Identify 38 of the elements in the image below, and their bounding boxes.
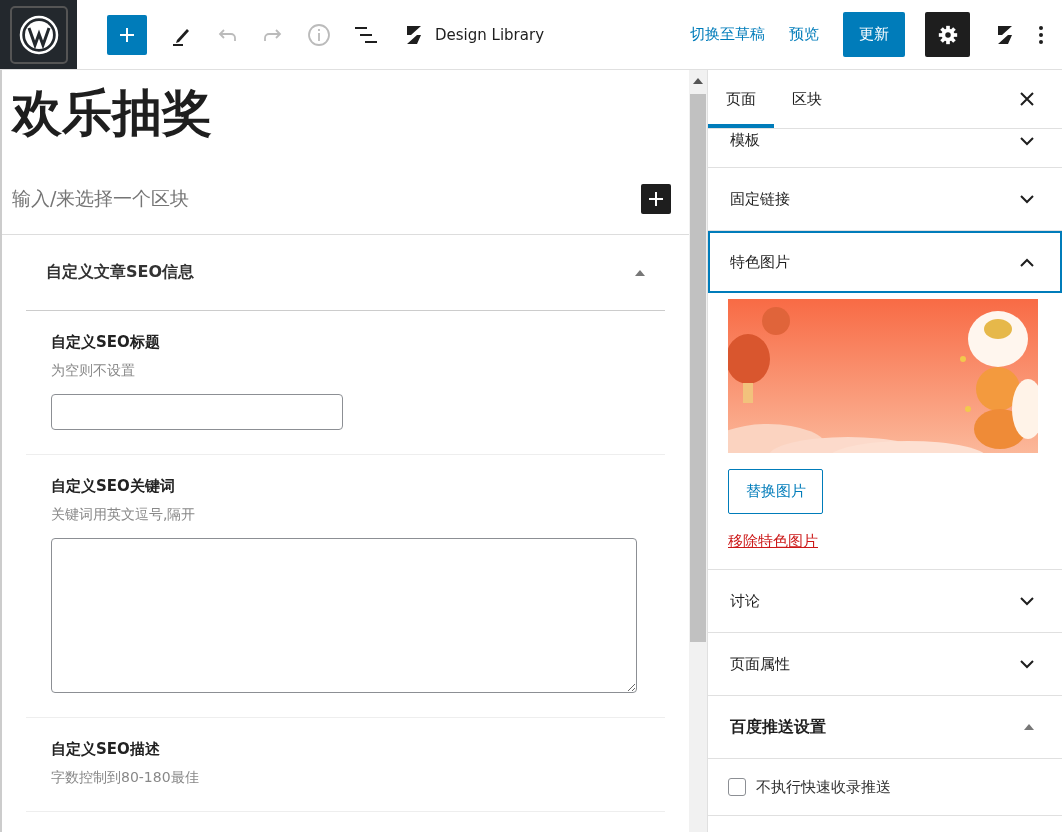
plus-icon (648, 191, 664, 207)
wordpress-logo-button[interactable] (0, 0, 77, 69)
field-label: 自定义SEO描述 (51, 740, 161, 759)
panel-header[interactable]: 百度推送设置 (708, 696, 1062, 758)
scroll-up-icon[interactable] (693, 78, 703, 84)
remove-image-link[interactable]: 移除特色图片 (728, 532, 818, 551)
plus-icon (118, 25, 136, 44)
switch-to-draft-link[interactable]: 切换至草稿 (690, 25, 765, 44)
wordpress-logo-icon (9, 5, 68, 64)
sidebar-tab[interactable]: 页面 (708, 70, 774, 128)
panel-header[interactable]: 讨论 (708, 570, 1062, 632)
add-block-button[interactable] (641, 184, 671, 214)
panel-header[interactable]: 页面属性 (708, 633, 1062, 695)
more-options-icon[interactable] (1038, 24, 1044, 45)
replace-image-button[interactable]: 替换图片 (728, 469, 823, 514)
settings-button[interactable] (925, 12, 970, 57)
design-library-button[interactable]: Design Library (397, 22, 550, 47)
settings-icon (936, 23, 959, 46)
panel-header[interactable]: 固定链接 (708, 168, 1062, 230)
field-hint: 为空则不设置 (51, 362, 136, 380)
field-hint: 字数控制到80-180最佳 (51, 769, 200, 787)
field-hint: 关键词用英文逗号,隔开 (51, 506, 197, 524)
sidebar-tab[interactable]: 区块 (774, 70, 840, 128)
checkbox-label[interactable]: 不执行快速收录推送 (756, 777, 891, 797)
panel-header[interactable]: 模板 (708, 129, 1062, 167)
close-icon[interactable] (1020, 92, 1034, 106)
input-field[interactable] (51, 394, 343, 430)
field-label: 自定义SEO标题 (51, 333, 161, 352)
collapse-icon[interactable] (635, 269, 645, 276)
block-appender-placeholder[interactable]: 输入/来选择一个区块 (12, 186, 190, 212)
checkbox[interactable] (728, 778, 746, 796)
update-button[interactable]: 更新 (843, 12, 905, 57)
scrollbar[interactable] (689, 70, 707, 832)
field-label: 自定义SEO关键词 (51, 477, 176, 496)
post-title[interactable]: 欢乐抽奖 (12, 82, 689, 144)
panel-header[interactable]: 特色图片 (708, 231, 1062, 293)
preview-link[interactable]: 预览 (789, 25, 819, 44)
metabox-title[interactable]: 自定义文章SEO信息 (46, 262, 195, 283)
